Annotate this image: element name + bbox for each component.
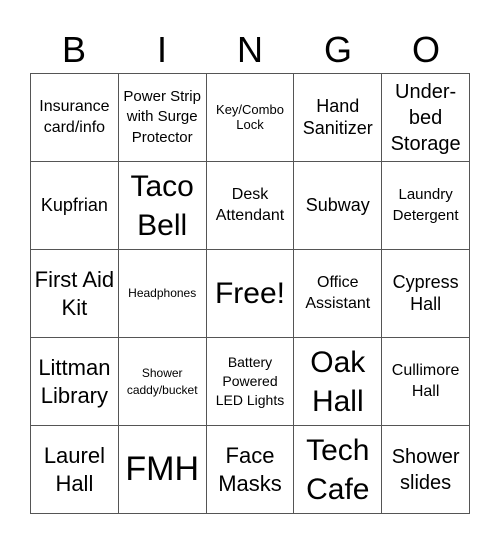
bingo-cell[interactable]: Tech Cafe bbox=[294, 426, 383, 514]
bingo-cell[interactable]: Cypress Hall bbox=[382, 250, 470, 338]
bingo-cell[interactable]: Hand Sanitizer bbox=[294, 74, 383, 162]
bingo-cell[interactable]: Under-bed Storage bbox=[382, 74, 470, 162]
bingo-cell[interactable]: Littman Library bbox=[31, 338, 119, 426]
bingo-cell[interactable]: Face Masks bbox=[206, 426, 295, 514]
bingo-cell[interactable]: Shower slides bbox=[382, 426, 470, 514]
bingo-cell[interactable]: Office Assistant bbox=[294, 250, 383, 338]
bingo-cell[interactable]: Oak Hall bbox=[294, 338, 383, 426]
header-letter-g: G bbox=[323, 29, 352, 70]
bingo-cell[interactable]: Laurel Hall bbox=[31, 426, 119, 514]
header-letter-i: I bbox=[156, 29, 167, 70]
bingo-cell[interactable]: FMH bbox=[118, 426, 207, 514]
bingo-header: B I N G O bbox=[30, 28, 470, 72]
bingo-cell[interactable]: Kupfrian bbox=[31, 162, 119, 250]
bingo-cell[interactable]: Shower caddy/bucket bbox=[118, 338, 207, 426]
header-letter-b: B bbox=[61, 29, 86, 70]
header-letter-n: N bbox=[237, 29, 263, 70]
bingo-cell[interactable]: Power Strip with Surge Protector bbox=[118, 74, 207, 162]
bingo-cell[interactable]: Insurance card/info bbox=[31, 74, 119, 162]
header-letter-o: O bbox=[411, 29, 440, 70]
bingo-grid: Insurance card/info Power Strip with Sur… bbox=[30, 73, 470, 514]
bingo-cell[interactable]: Laundry Detergent bbox=[382, 162, 470, 250]
bingo-cell[interactable]: Desk Attendant bbox=[206, 162, 295, 250]
bingo-cell[interactable]: Cullimore Hall bbox=[382, 338, 470, 426]
bingo-cell[interactable]: Subway bbox=[294, 162, 383, 250]
free-space[interactable]: Free! bbox=[206, 250, 295, 338]
bingo-cell[interactable]: Headphones bbox=[118, 250, 207, 338]
bingo-cell[interactable]: Key/Combo Lock bbox=[206, 74, 295, 162]
bingo-cell[interactable]: First Aid Kit bbox=[31, 250, 119, 338]
bingo-cell[interactable]: Battery Powered LED Lights bbox=[206, 338, 295, 426]
bingo-cell[interactable]: Taco Bell bbox=[118, 162, 207, 250]
